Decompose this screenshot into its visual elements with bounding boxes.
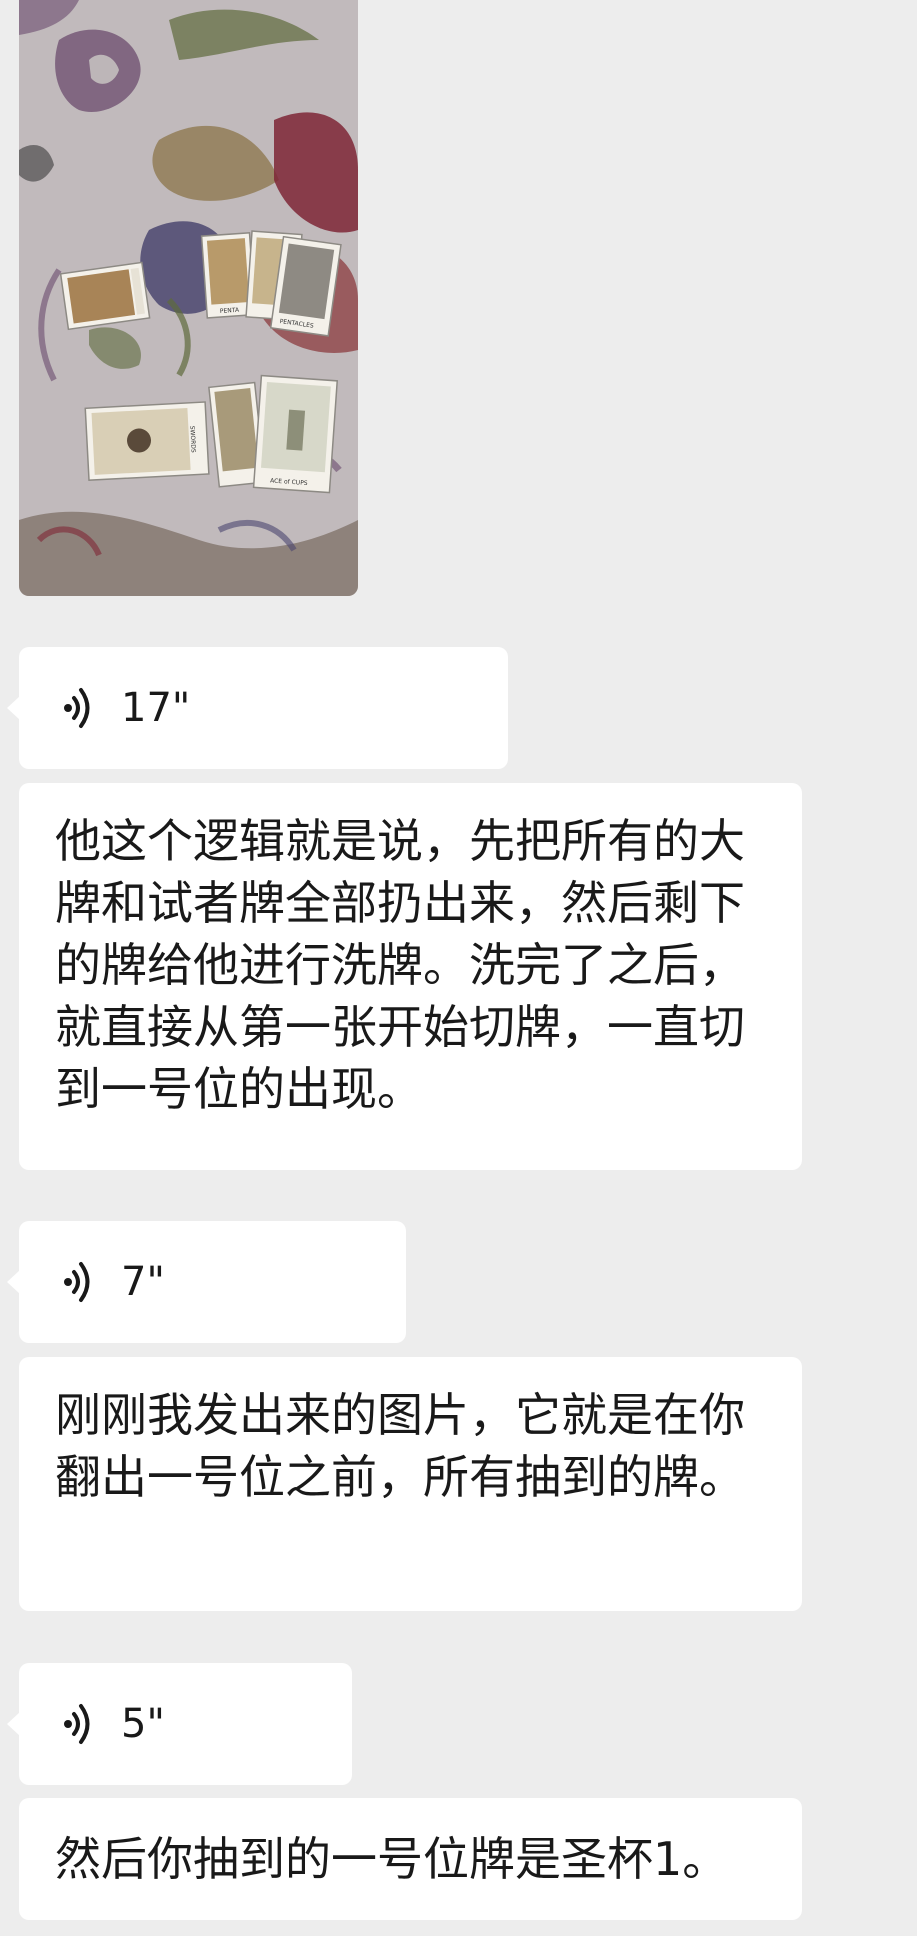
tarot-photo-image: PENTA PENTACLES SWORDS ACE of CUPS: [19, 0, 358, 596]
text-message-2[interactable]: 刚刚我发出来的图片，它就是在你翻出一号位之前，所有抽到的牌。: [19, 1357, 802, 1611]
voice-message-1[interactable]: 17": [7, 647, 508, 769]
voice-wave-icon: [64, 688, 90, 728]
voice-duration: 17": [121, 685, 191, 731]
card-label-pentacles-a: PENTA: [220, 307, 241, 315]
voice-wave-icon: [64, 1262, 90, 1302]
photo-message[interactable]: PENTA PENTACLES SWORDS ACE of CUPS: [19, 0, 358, 596]
text-message-1[interactable]: 他这个逻辑就是说，先把所有的大牌和试者牌全部扔出来，然后剩下的牌给他进行洗牌。洗…: [19, 783, 802, 1170]
message-text: 他这个逻辑就是说，先把所有的大牌和试者牌全部扔出来，然后剩下的牌给他进行洗牌。洗…: [55, 814, 745, 1116]
chat-message-list[interactable]: PENTA PENTACLES SWORDS ACE of CUPS 17" 他…: [0, 0, 917, 1936]
voice-duration: 5": [121, 1701, 165, 1747]
message-text: 然后你抽到的一号位牌是圣杯1。: [55, 1832, 729, 1886]
card-label-swords: SWORDS: [188, 426, 196, 454]
text-message-3[interactable]: 然后你抽到的一号位牌是圣杯1。: [19, 1798, 802, 1920]
voice-message-3[interactable]: 5": [7, 1663, 352, 1785]
message-text: 刚刚我发出来的图片，它就是在你翻出一号位之前，所有抽到的牌。: [55, 1388, 745, 1504]
voice-duration: 7": [121, 1259, 165, 1305]
voice-wave-icon: [64, 1704, 90, 1744]
voice-message-2[interactable]: 7": [7, 1221, 406, 1343]
